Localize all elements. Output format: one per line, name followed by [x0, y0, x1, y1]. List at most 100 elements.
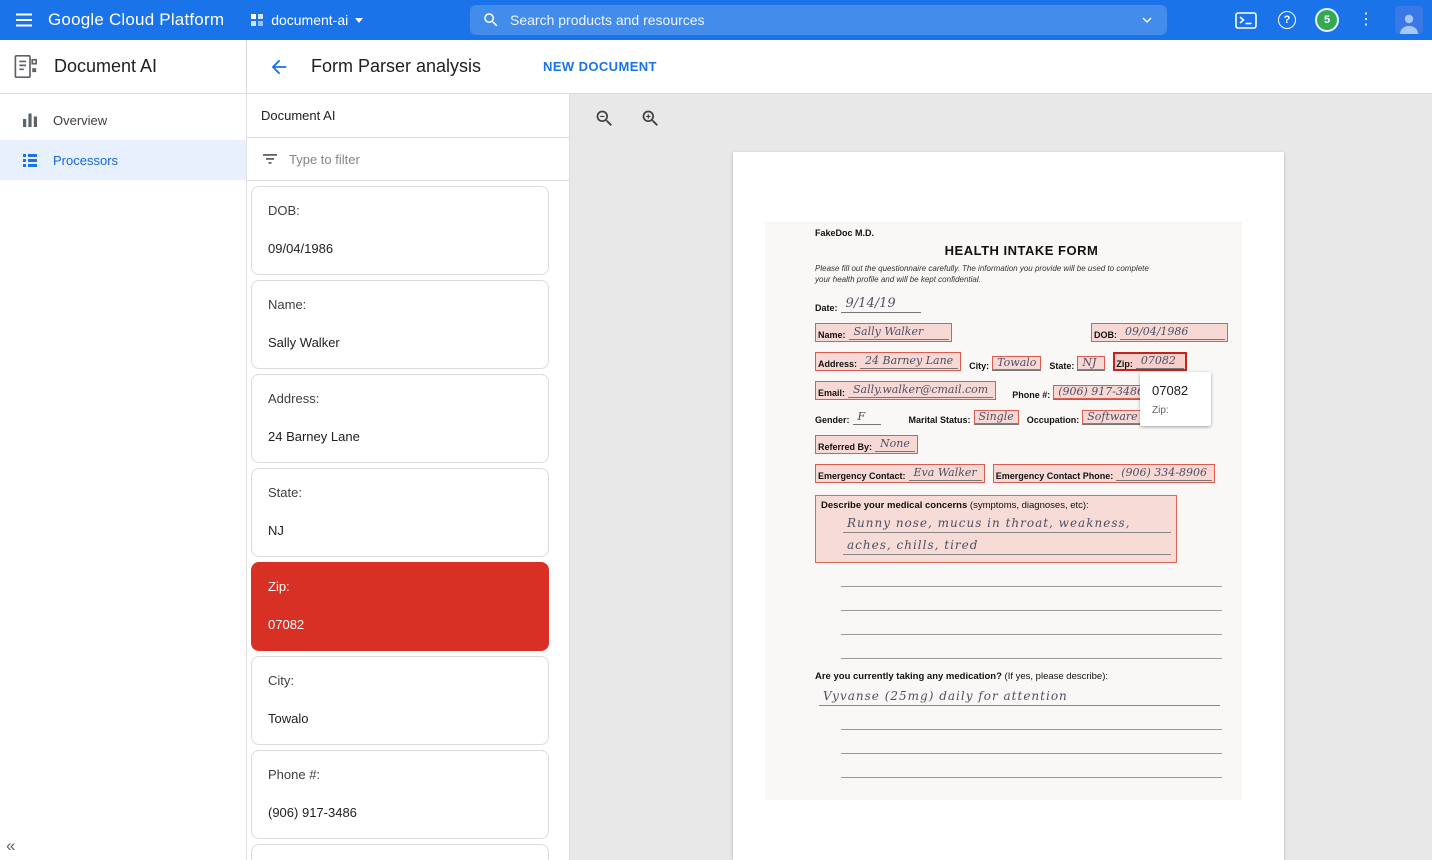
emergency-contact-bounding-box[interactable]: Emergency Contact: Eva Walker: [815, 464, 985, 483]
form-row-referred: Referred By: None: [815, 435, 1228, 454]
field-card-partial[interactable]: [251, 844, 549, 860]
field-label: Phone #:: [268, 767, 532, 782]
medical-concerns-bounding-box[interactable]: Describe your medical concerns (symptoms…: [815, 495, 1177, 563]
more-options-icon[interactable]: ⋮: [1358, 12, 1374, 28]
field-value: (906) 917-3486: [268, 805, 532, 820]
field-label: DOB:: [268, 203, 532, 218]
occupation-bounding-box[interactable]: Software: [1082, 410, 1142, 425]
page-title: Form Parser analysis: [311, 56, 481, 77]
dob-bounding-box[interactable]: DOB: 09/04/1986: [1091, 323, 1228, 342]
form-row-address: Address: 24 Barney Lane City: Towalo Sta…: [815, 352, 1228, 371]
zip-handwriting: 07082: [1136, 354, 1184, 369]
zoom-in-button[interactable]: [638, 106, 662, 130]
notifications-badge[interactable]: 5: [1317, 10, 1337, 30]
referred-handwriting: None: [875, 437, 915, 452]
field-card-zip[interactable]: Zip: 07082: [251, 562, 549, 651]
emergency-phone-handwriting: (906) 334-8906: [1116, 466, 1212, 481]
cloud-shell-icon[interactable]: [1235, 12, 1257, 29]
field-card-name[interactable]: Name: Sally Walker: [251, 280, 549, 369]
collapse-nav-icon[interactable]: «: [6, 836, 15, 856]
field-label: State:: [268, 485, 532, 500]
blank-line: [841, 754, 1222, 778]
avatar[interactable]: [1395, 6, 1423, 34]
field-card-dob[interactable]: DOB: 09/04/1986: [251, 186, 549, 275]
state-bounding-box[interactable]: NJ: [1077, 356, 1105, 371]
project-selector[interactable]: document-ai: [250, 12, 363, 28]
blank-line: [841, 706, 1222, 730]
emergency-phone-bounding-box[interactable]: Emergency Contact Phone: (906) 334-8906: [993, 464, 1215, 483]
blank-line: [841, 611, 1222, 635]
form-row-date: Date: 9/14/19: [815, 296, 1228, 313]
blank-line: [841, 635, 1222, 659]
document-ai-icon: [12, 53, 39, 80]
field-value: 09/04/1986: [268, 241, 532, 256]
form-instructions: Please fill out the questionnaire carefu…: [815, 263, 1228, 285]
app-title: Document AI: [54, 56, 157, 77]
content-area: Overview Processors « Document AI DOB: 0…: [0, 94, 1432, 860]
blank-line: [841, 563, 1222, 587]
overview-icon: [21, 111, 39, 129]
document-viewer: FakeDoc M.D. HEALTH INTAKE FORM Please f…: [570, 94, 1432, 860]
project-name: document-ai: [271, 12, 348, 28]
global-search[interactable]: [470, 5, 1167, 35]
email-bounding-box[interactable]: Email: Sally.walker@cmail.com: [815, 381, 996, 400]
field-card-city[interactable]: City: Towalo: [251, 656, 549, 745]
panel-title: Document AI: [247, 94, 569, 138]
field-value: 24 Barney Lane: [268, 429, 532, 444]
referred-bounding-box[interactable]: Referred By: None: [815, 435, 918, 454]
scanned-form: FakeDoc M.D. HEALTH INTAKE FORM Please f…: [765, 222, 1242, 800]
fields-panel: Document AI DOB: 09/04/1986 Name: Sally …: [247, 94, 570, 860]
medical-concerns-handwriting-1: Runny nose, mucus in throat, weakness,: [843, 511, 1171, 533]
marital-bounding-box[interactable]: Single: [974, 410, 1019, 425]
product-header: Document AI: [0, 40, 247, 93]
name-bounding-box[interactable]: Name: Sally Walker: [815, 323, 952, 342]
top-app-bar: Google Cloud Platform document-ai ? 5 ⋮: [0, 0, 1432, 40]
filter-input[interactable]: [289, 152, 509, 167]
sidebar-item-processors[interactable]: Processors: [0, 140, 246, 180]
new-document-button[interactable]: NEW DOCUMENT: [543, 59, 657, 74]
filter-row: [247, 138, 569, 181]
processors-icon: [21, 151, 39, 169]
arrow-back-icon: [268, 56, 290, 78]
phone-bounding-box[interactable]: (906) 917-3486: [1053, 385, 1149, 400]
back-button[interactable]: [265, 53, 293, 81]
email-handwriting: Sally.walker@cmail.com: [848, 383, 993, 398]
field-card-state[interactable]: State: NJ: [251, 468, 549, 557]
zoom-out-button[interactable]: [592, 106, 616, 130]
zoom-out-icon: [594, 108, 615, 129]
zip-bounding-box-selected[interactable]: Zip: 07082: [1113, 352, 1187, 371]
address-handwriting: 24 Barney Lane: [860, 354, 958, 369]
field-card-address[interactable]: Address: 24 Barney Lane: [251, 374, 549, 463]
search-chevron-down-icon[interactable]: [1139, 12, 1155, 28]
field-value: NJ: [268, 523, 532, 538]
zoom-in-icon: [640, 108, 661, 129]
topbar-actions: ? 5 ⋮: [1235, 6, 1423, 34]
help-icon[interactable]: ?: [1278, 11, 1296, 29]
gcp-brand-logo[interactable]: Google Cloud Platform: [48, 10, 224, 30]
field-label: Name:: [268, 297, 532, 312]
chevron-down-icon: [355, 18, 363, 23]
field-card-phone[interactable]: Phone #: (906) 917-3486: [251, 750, 549, 839]
blank-line: [841, 730, 1222, 754]
form-title: HEALTH INTAKE FORM: [815, 243, 1228, 258]
hamburger-menu-icon[interactable]: [0, 0, 48, 40]
name-handwriting: Sally Walker: [849, 325, 949, 340]
blank-line: [841, 587, 1222, 611]
form-row-emergency: Emergency Contact: Eva Walker Emergency …: [815, 464, 1228, 483]
sidebar-item-label: Overview: [53, 113, 107, 128]
address-bounding-box[interactable]: Address: 24 Barney Lane: [815, 352, 961, 371]
search-input[interactable]: [510, 12, 1139, 28]
sidebar-item-label: Processors: [53, 153, 118, 168]
tooltip-label: Zip:: [1152, 405, 1199, 416]
document-page: FakeDoc M.D. HEALTH INTAKE FORM Please f…: [733, 152, 1284, 860]
form-clinic-name: FakeDoc M.D.: [815, 228, 1228, 238]
notifications-count: 5: [1324, 14, 1330, 26]
page-header-main: Form Parser analysis NEW DOCUMENT: [247, 40, 1432, 93]
field-tooltip: 07082 Zip:: [1140, 372, 1211, 426]
sidebar-item-overview[interactable]: Overview: [0, 100, 246, 140]
medical-concerns-question: Describe your medical concerns (symptoms…: [821, 500, 1171, 511]
filter-icon: [261, 150, 279, 168]
search-icon: [482, 11, 500, 29]
page-header: Document AI Form Parser analysis NEW DOC…: [0, 40, 1432, 94]
city-bounding-box[interactable]: Towalo: [992, 356, 1041, 371]
